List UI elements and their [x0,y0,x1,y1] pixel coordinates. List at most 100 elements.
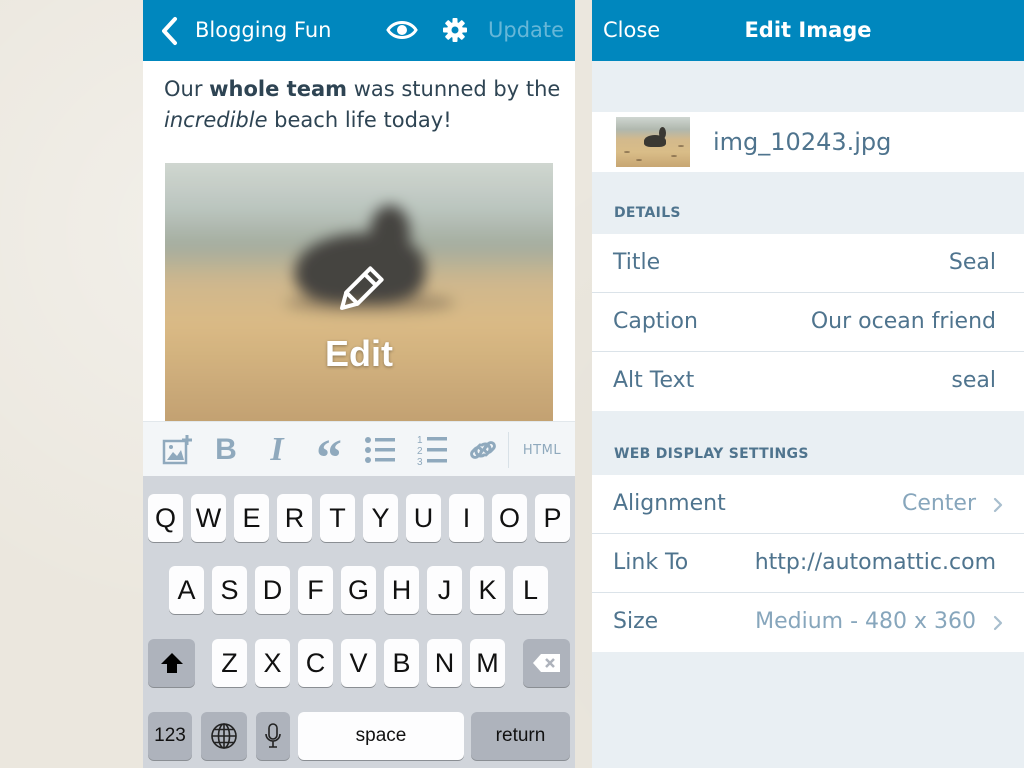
update-button[interactable]: Update [488,15,564,45]
edit-image-nav-bar: Close Edit Image [592,0,1024,61]
key-a[interactable]: A [169,566,204,614]
toolbar-divider [508,432,509,468]
row-label: Link To [613,550,689,575]
thumb-seal-head [659,127,666,139]
numbers-key[interactable]: 123 [148,712,192,760]
key-u[interactable]: U [406,494,441,542]
link-to-row[interactable]: Link To http://automattic.com [592,534,1024,593]
italic-icon: I [270,431,284,468]
key-v[interactable]: V [341,639,376,687]
thumb-sand-mark [678,145,684,147]
unordered-list-icon [365,437,395,463]
alignment-row[interactable]: Alignment Center [592,475,1024,534]
details-section-heading: DETAILS [614,205,681,221]
caption-row[interactable]: Caption Our ocean friend [592,293,1024,352]
image-thumbnail [616,117,690,167]
file-name: img_10243.jpg [713,128,892,156]
key-x[interactable]: X [255,639,290,687]
row-label: Title [613,250,661,275]
return-key[interactable]: return [471,712,570,760]
post-line-2: incredible beach life today! [164,105,564,136]
ios-keyboard: Q W E R T Y U I O P A S D F G H J K L Z … [143,476,575,768]
image-file-row: img_10243.jpg [592,112,1024,172]
row-label: Alignment [613,491,726,516]
preview-eye-icon[interactable] [386,17,418,43]
chevron-right-icon [993,615,1003,631]
html-mode-button[interactable]: HTML [519,430,565,470]
row-label: Size [613,609,659,634]
thumb-sand-mark [671,155,677,157]
row-value: http://automattic.com [754,550,996,575]
page-title: Edit Image [744,18,872,42]
key-l[interactable]: L [513,566,548,614]
row-value: Center [901,491,976,516]
key-f[interactable]: F [298,566,333,614]
pencil-icon [340,266,384,310]
link-icon [470,441,496,459]
post-text-plain: Our [164,77,210,101]
key-i[interactable]: I [449,494,484,542]
settings-gear-icon[interactable] [442,17,468,43]
ol-number: 3 [417,457,423,467]
size-row[interactable]: Size Medium - 480 x 360 [592,593,1024,652]
post-content[interactable]: Our whole team was stunned by the incred… [164,74,564,136]
key-c[interactable]: C [298,639,333,687]
key-s[interactable]: S [212,566,247,614]
alt-text-row[interactable]: Alt Text seal [592,352,1024,411]
ordered-list-button[interactable]: 1 2 3 [415,430,449,470]
shift-key[interactable] [148,639,195,687]
row-value: Seal [948,250,996,275]
back-chevron-icon[interactable] [157,14,181,48]
row-value: Our ocean friend [810,309,996,334]
key-e[interactable]: E [234,494,269,542]
key-o[interactable]: O [492,494,527,542]
key-h[interactable]: H [384,566,419,614]
key-r[interactable]: R [277,494,312,542]
post-line-1: Our whole team was stunned by the [164,74,564,105]
web-display-group: Alignment Center Link To http://automatt… [592,475,1024,652]
post-text-italic: incredible [164,108,268,132]
dictation-key[interactable] [256,712,290,760]
shift-arrow-icon [160,653,183,673]
add-media-icon[interactable] [159,430,195,470]
key-t[interactable]: T [320,494,355,542]
italic-button[interactable]: I [263,430,291,470]
backspace-icon [532,654,560,672]
post-text-bold: whole team [209,77,348,101]
thumb-sand-mark [624,151,630,153]
title-row[interactable]: Title Seal [592,234,1024,293]
details-group: Title Seal Caption Our ocean friend Alt … [592,234,1024,411]
space-key[interactable]: space [298,712,464,760]
key-p[interactable]: P [535,494,570,542]
blockquote-button[interactable]: “ [311,430,347,485]
link-button[interactable] [467,430,499,470]
key-y[interactable]: Y [363,494,398,542]
ol-number: 1 [417,435,423,446]
key-n[interactable]: N [427,639,462,687]
editor-nav-bar: Blogging Fun Update [143,0,575,61]
row-value: seal [951,368,996,393]
thumb-sand-mark [636,159,642,161]
globe-key[interactable] [201,712,247,760]
key-g[interactable]: G [341,566,376,614]
key-d[interactable]: D [255,566,290,614]
key-q[interactable]: Q [148,494,183,542]
unordered-list-button[interactable] [363,430,397,470]
edit-image-screen: Close Edit Image img_10243.jpg DETAILS T… [592,0,1024,768]
edit-image-label: Edit [325,333,393,374]
key-m[interactable]: M [470,639,505,687]
bold-button[interactable]: B [211,430,241,470]
key-j[interactable]: J [427,566,462,614]
html-label: HTML [522,442,562,458]
delete-key[interactable] [523,639,570,687]
key-w[interactable]: W [191,494,226,542]
ol-number: 2 [417,446,423,457]
key-b[interactable]: B [384,639,419,687]
site-title-link[interactable]: Blogging Fun [195,15,331,45]
key-k[interactable]: K [470,566,505,614]
ordered-list-icon: 1 2 3 [417,435,447,467]
row-value: Medium - 480 x 360 [755,609,976,634]
microphone-icon [265,723,281,748]
key-z[interactable]: Z [212,639,247,687]
post-image-edit-overlay[interactable]: Edit [165,163,553,425]
